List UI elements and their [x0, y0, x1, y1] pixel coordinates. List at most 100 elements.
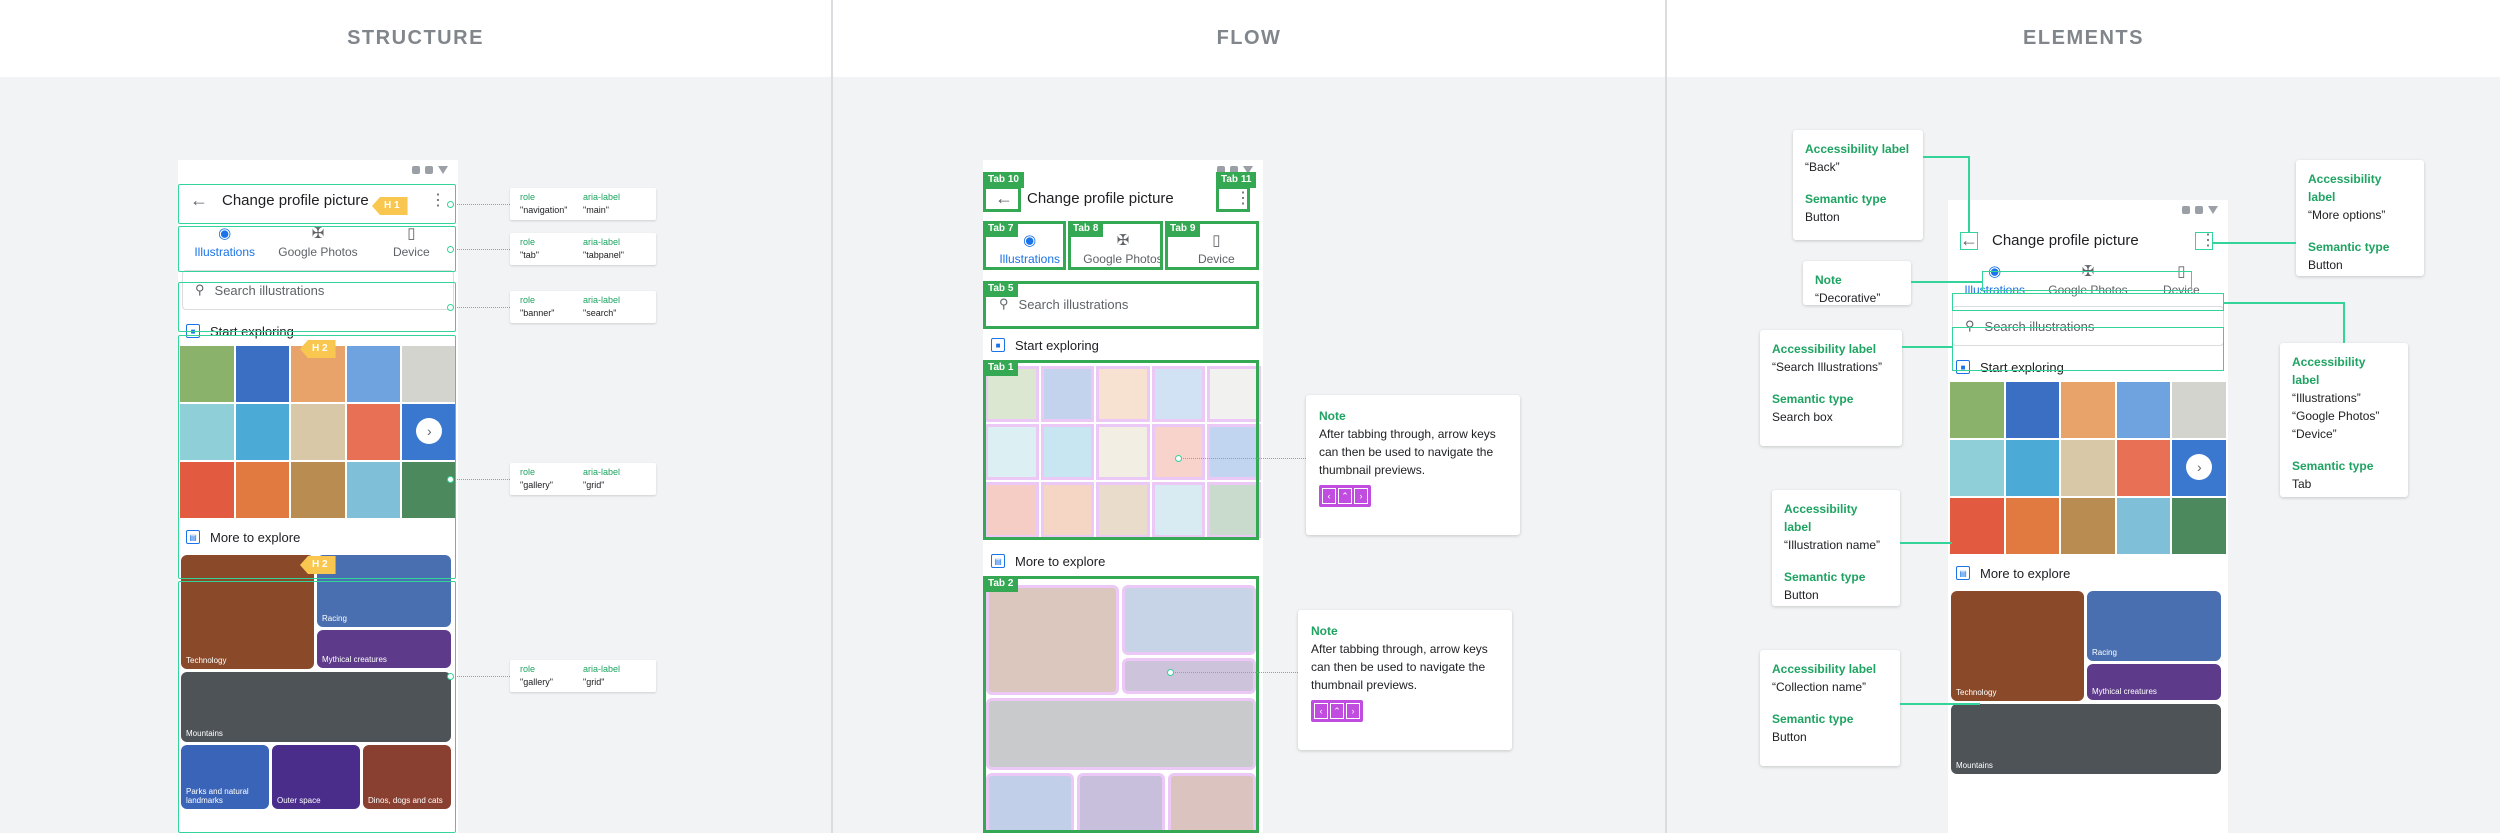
callout-value: Button [2308, 258, 2343, 272]
callout-value: “More options” [2308, 208, 2386, 222]
callout-value: “Search Illustrations” [1772, 360, 1883, 374]
thumbnail[interactable] [2172, 382, 2226, 438]
note-title: Note [1311, 624, 1338, 638]
section-title: Start exploring [1015, 337, 1099, 353]
thumbnail[interactable] [2116, 440, 2171, 496]
callout-search: Accessibility label “Search Illustration… [1760, 330, 1902, 446]
icons-outline [1982, 271, 2192, 291]
callout-key: Accessibility label [1805, 142, 1910, 156]
callout-back: Accessibility label “Back” Semantic type… [1793, 130, 1923, 240]
label-key: aria-label [583, 237, 621, 247]
collection-grid: Technology Racing Mythical creatures Mou… [1948, 588, 2228, 777]
thumbnail[interactable]: › [2172, 440, 2226, 496]
collection-label: Mythical creatures [2092, 687, 2157, 696]
connector [1172, 672, 1298, 673]
callout-value: Button [1772, 730, 1807, 744]
thumbnail[interactable] [1950, 440, 2004, 496]
thumbnail[interactable] [2061, 440, 2115, 496]
callout-value: Search box [1772, 410, 1833, 424]
aria-annotation: role aria-label "gallery" "grid" [510, 660, 656, 692]
page-title: Change profile picture [1027, 189, 1174, 207]
focus-box-search [983, 281, 1259, 329]
callout-key: Accessibility label [2292, 355, 2366, 387]
connector [2224, 302, 2344, 304]
back-outline [1960, 232, 1978, 250]
callout-key: Note [1815, 273, 1842, 287]
callout-value: Button [1784, 588, 1819, 602]
search-region-outline [178, 282, 456, 332]
aria-annotation: role aria-label "navigation" "main" [510, 188, 656, 220]
connector [1900, 703, 1980, 705]
connector-dot [1167, 669, 1174, 676]
role-value: "tab" [520, 250, 539, 260]
thumbnail[interactable] [2116, 498, 2171, 554]
callout-value: “Google Photos” [2292, 409, 2380, 423]
callout-key: Semantic type [1805, 192, 1887, 206]
note-text: After tabbing through, arrow keys can th… [1311, 642, 1488, 692]
tabs-outline [1952, 293, 2224, 311]
tab-order-label: Tab 10 [983, 172, 1024, 188]
tab-order-label: Tab 11 [1216, 172, 1257, 188]
label-key: aria-label [583, 664, 621, 674]
aria-annotation: role aria-label "banner" "search" [510, 291, 656, 323]
collection-label: Mountains [1956, 761, 1993, 770]
label-value: "main" [583, 205, 609, 215]
connector-dot [447, 246, 454, 253]
callout-collection: Accessibility label “Collection name” Se… [1760, 650, 1900, 766]
connector [1923, 156, 1969, 158]
grid-region-outline [178, 335, 456, 579]
focus-box-collections [983, 576, 1259, 833]
thumbnail[interactable] [1950, 382, 2004, 438]
chevron-right-icon[interactable]: › [2186, 454, 2213, 480]
thumbnail[interactable] [2005, 498, 2060, 554]
arrow-keys-icon: ‹ ⌃ › [1319, 485, 1371, 507]
connector-dot [447, 201, 454, 208]
thumbnail[interactable] [2116, 382, 2171, 438]
callout-value: Tab [2292, 477, 2312, 491]
structure-heading: STRUCTURE [0, 0, 831, 77]
tab-order-label: Tab 5 [983, 281, 1019, 297]
status-bar [178, 160, 458, 180]
callout-more: Accessibility label “More options” Seman… [2296, 160, 2424, 276]
callout-key: Semantic type [2292, 459, 2374, 473]
connector [452, 204, 510, 205]
thumbnail[interactable] [2005, 382, 2060, 438]
section-title: More to explore [1015, 553, 1106, 569]
callout-value: Button [1805, 210, 1840, 224]
callout-value: “Collection name” [1772, 680, 1867, 694]
label-value: "grid" [583, 677, 605, 687]
connector [1180, 458, 1306, 459]
callout-key: Semantic type [1784, 570, 1866, 584]
connector [1900, 542, 1952, 544]
collection-tile[interactable]: Mountains [1951, 704, 2221, 774]
connector [1968, 156, 1970, 232]
connector [452, 249, 510, 250]
thumbnail[interactable] [2172, 498, 2226, 554]
thumbnail[interactable] [2061, 498, 2115, 554]
collection-label: Racing [2092, 648, 2117, 657]
connector [1911, 281, 1982, 283]
connector-dot [1175, 455, 1182, 462]
collection-tile[interactable]: Mythical creatures [2087, 664, 2221, 700]
thumbnail[interactable] [2061, 382, 2115, 438]
thumbnail[interactable] [1950, 498, 2004, 554]
role-value: "gallery" [520, 480, 553, 490]
nav-region-outline [178, 184, 456, 224]
connector-dot [447, 476, 454, 483]
focus-box-more [1216, 186, 1250, 212]
role-value: "navigation" [520, 205, 568, 215]
aria-annotation: role aria-label "tab" "tabpanel" [510, 233, 656, 265]
callout-value: “Illustrations” [2292, 391, 2361, 405]
collection-icon: ▤ [991, 554, 1005, 568]
callout-key: Accessibility label [2308, 172, 2382, 204]
tab-order-label: Tab 9 [1165, 221, 1201, 237]
section-icon: ■ [991, 338, 1005, 352]
collection-tile[interactable]: Racing [2087, 591, 2221, 661]
tab-order-label: Tab 2 [983, 576, 1019, 592]
collection-tile[interactable]: Technology [1951, 591, 2084, 701]
callout-value: “Device” [2292, 427, 2337, 441]
connector [452, 307, 510, 308]
elements-heading: ELEMENTS [1667, 0, 2500, 77]
thumbnail[interactable] [2005, 440, 2060, 496]
callout-value: “Back” [1805, 160, 1840, 174]
